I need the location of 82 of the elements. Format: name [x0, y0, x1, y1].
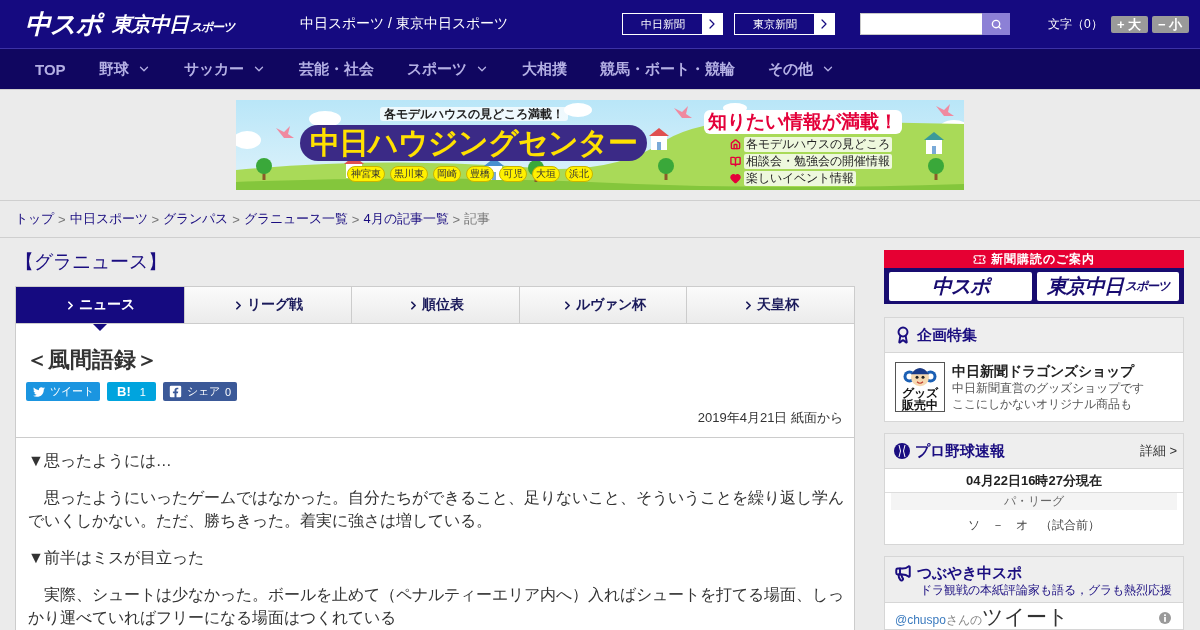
banner-title: 中日ハウジングセンター	[300, 125, 647, 161]
article-paragraph: ▼思ったようには…	[28, 451, 173, 471]
book-icon	[730, 155, 741, 167]
breadcrumb-separator: >	[151, 211, 160, 227]
account-link[interactable]: @chuspo	[895, 613, 946, 627]
section-title: 【グラニュース】	[15, 250, 168, 274]
location-tag: 可児	[499, 166, 527, 182]
tab[interactable]: ルヴァン杯	[518, 287, 687, 323]
location-tag: 浜北	[565, 166, 593, 182]
shop-description: 中日新聞直営のグッズショップです	[952, 380, 1144, 396]
breadcrumb-separator: >	[351, 211, 360, 227]
subscription-title: 新聞購読のご案内	[991, 252, 1095, 266]
breadcrumb-link[interactable]: トップ	[15, 210, 54, 228]
game-score: －	[992, 516, 1004, 534]
breadcrumb-link[interactable]: グラニュース一覧	[243, 210, 348, 228]
nav-item[interactable]: 競馬・ボート・競輪	[599, 59, 735, 79]
thumbnail-caption: グッズ販売中	[901, 387, 939, 411]
site-names: 中日スポーツ / 東京中日スポーツ	[300, 15, 509, 33]
location-tag: 神宮東	[347, 166, 385, 182]
megaphone-icon	[894, 564, 912, 582]
breadcrumb-separator: >	[232, 211, 240, 227]
location-tag: 黒川東	[390, 166, 428, 182]
info-icon[interactable]	[1159, 611, 1171, 624]
panel-subtitle: ドラ観戦の本紙評論家も語る，グラも熱烈応援	[919, 583, 1173, 598]
game-status: （試合前）	[1040, 516, 1100, 534]
text-size-label: 文字（0）	[1048, 15, 1103, 33]
banner-headline: 知りたい情報が満載！	[704, 110, 902, 134]
breadcrumb-link[interactable]: 4月の記事一覧	[363, 210, 449, 228]
shop-title-link[interactable]: 中日新聞ドラゴンズショップ	[952, 362, 1144, 380]
breadcrumb-current: 記事	[464, 210, 491, 228]
location-tag: 岡崎	[433, 166, 461, 182]
panel-title: 企画特集	[917, 325, 977, 345]
location-tag: 豊橋	[466, 166, 494, 182]
newspaper-logo-button[interactable]: 東京中日スポーツ	[1036, 272, 1179, 301]
breadcrumb-link[interactable]: グランパス	[163, 210, 229, 228]
nav-item[interactable]: 芸能・社会	[298, 59, 374, 79]
team-name: ソ	[968, 516, 980, 534]
newspaper-link[interactable]: 東京新聞	[734, 13, 835, 35]
house-icon	[730, 138, 741, 150]
newspaper-logo-button[interactable]: 中スポ	[889, 272, 1032, 301]
bird-icon	[32, 385, 45, 398]
tab[interactable]: 天皇杯	[686, 287, 854, 323]
panel-title: つぶやき中スポ	[917, 563, 1022, 583]
article-paragraph: ▼前半はミスが目立った	[28, 548, 205, 568]
team-name: オ	[1016, 516, 1028, 534]
tab[interactable]: 順位表	[351, 287, 519, 323]
nav-item[interactable]: 野球	[98, 59, 151, 79]
search-icon	[990, 18, 1002, 30]
timeline-title: さんのツイート	[945, 606, 1069, 630]
nav-item[interactable]: TOP	[35, 60, 66, 78]
location-tag: 大垣	[532, 166, 560, 182]
shop-thumbnail[interactable]: グッズ販売中	[895, 362, 945, 412]
breadcrumb-link[interactable]: 中日スポーツ	[69, 210, 148, 228]
newspaper-link[interactable]: 中日新聞	[622, 13, 723, 35]
site-logo[interactable]: 東京中日スポーツ	[112, 13, 234, 35]
ticket-icon	[973, 252, 986, 266]
subscription-header[interactable]: 新聞購読のご案内	[884, 250, 1184, 268]
breadcrumb-separator: >	[452, 211, 461, 227]
panel-title: プロ野球速報	[915, 441, 1005, 461]
shop-description: ここにしかないオリジナル商品も	[952, 396, 1133, 412]
nav-item[interactable]: サッカー	[183, 59, 266, 79]
nav-item[interactable]: その他	[767, 59, 835, 79]
share-button[interactable]: シェア 0	[163, 382, 238, 401]
breadcrumb-separator: >	[58, 211, 66, 227]
search-button[interactable]	[982, 13, 1010, 35]
search-field[interactable]	[860, 13, 982, 35]
tab[interactable]: リーグ戦	[183, 287, 352, 323]
chevron-right-icon	[702, 14, 722, 34]
nav-item[interactable]: スポーツ	[406, 59, 489, 79]
heart-icon	[730, 172, 741, 184]
baseball-icon	[894, 443, 910, 459]
banner-ad[interactable]: 各モデルハウスの見どころ満載！ 中日ハウジングセンター 神宮東 黒川東 岡崎 豊橋 可児 大垣 浜北 知りたい情報が満載！ 各モデルハウスの見どころ 相談会・勉強会の開催情報 楽しいイベント情報	[236, 100, 964, 190]
league-name: パ・リーグ	[891, 493, 1177, 510]
facebook-icon	[169, 385, 182, 398]
article-paragraph: 実際、シュートは少なかった。ボールを止めて（ペナルティーエリア内へ）入ればシュートを打てる場面、しっかり運べていればフリーになる場面はつくれている	[28, 585, 844, 628]
chevron-right-icon	[814, 14, 834, 34]
banner-tagline: 各モデルハウスの見どころ満載！	[379, 107, 568, 121]
nav-item[interactable]: 大相撲	[521, 59, 567, 79]
article-paragraph: 思ったようにいったゲームではなかった。自分たちができること、足りないこと、そういうことを繰り返し学んでいくしかない。ただ、勝ちきった。着実に強さは増している。	[28, 488, 844, 531]
article-title: ＜風間語録＞	[26, 346, 159, 374]
more-link[interactable]: 詳細 >	[1139, 442, 1177, 460]
article-date: 2019年4月21日 紙面から	[696, 411, 843, 425]
